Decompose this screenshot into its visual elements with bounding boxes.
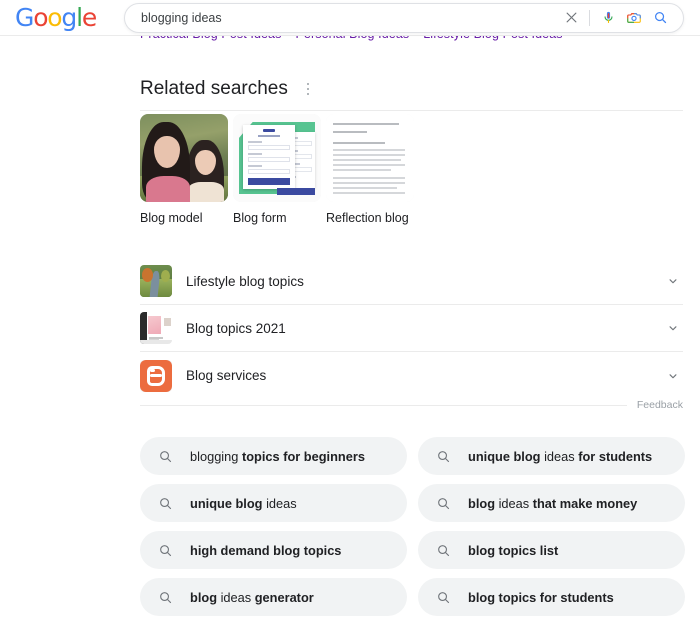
search-icon xyxy=(158,543,174,558)
divider xyxy=(140,404,627,406)
feedback-link[interactable]: Feedback xyxy=(637,399,683,411)
feedback-row: Feedback xyxy=(140,399,683,411)
search-box[interactable]: blogging ideas xyxy=(124,2,685,33)
related-image-tiles: Blog model Blog form Reflection blog xyxy=(140,114,683,226)
chip-label: blog ideas generator xyxy=(190,589,314,605)
chevron-down-icon[interactable] xyxy=(663,366,683,386)
related-searches-header: Related searches xyxy=(140,78,683,100)
overflow-menu-icon[interactable] xyxy=(300,79,316,99)
page-title: Related searches xyxy=(140,78,288,99)
landscape-photo-thumbnail xyxy=(140,265,172,297)
blogger-logo-icon xyxy=(140,359,172,392)
related-search-chip[interactable]: unique blog ideas for students xyxy=(418,437,685,475)
logo-letter: G xyxy=(15,3,34,32)
search-icon xyxy=(436,543,452,558)
logo-letter: g xyxy=(61,3,77,32)
close-icon[interactable] xyxy=(558,5,584,31)
search-icon[interactable] xyxy=(647,5,673,31)
chip-label: blog ideas that make money xyxy=(468,495,638,511)
chip-label: blog topics for students xyxy=(468,589,614,605)
logo-letter: e xyxy=(81,3,97,32)
expandable-row-label: Blog services xyxy=(186,368,267,383)
expandable-row-label: Blog topics 2021 xyxy=(186,320,286,336)
chip-label: blogging topics for beginners xyxy=(190,448,365,464)
image-tile-blog-form[interactable]: Blog form xyxy=(233,114,321,226)
related-search-chip[interactable]: blog topics list xyxy=(418,531,685,569)
search-icon xyxy=(158,496,174,511)
related-search-chip[interactable]: blog topics for students xyxy=(418,578,685,616)
chip-label: high demand blog topics xyxy=(190,542,342,558)
selfie-photo-thumbnail xyxy=(140,114,228,202)
expandable-row-list: Lifestyle blog topics Blog topics 2021 B… xyxy=(140,258,683,399)
chevron-down-icon[interactable] xyxy=(663,271,683,291)
related-search-chip[interactable]: blogging topics for beginners xyxy=(140,437,407,475)
related-search-chip[interactable]: blog ideas generator xyxy=(140,578,407,616)
website-screenshot-thumbnail xyxy=(140,312,172,344)
microphone-icon[interactable] xyxy=(595,5,621,31)
search-icon xyxy=(436,496,452,511)
expandable-row-label: Lifestyle blog topics xyxy=(186,273,304,289)
image-tile-blog-model[interactable]: Blog model xyxy=(140,114,228,226)
chip-label: unique blog ideas for students xyxy=(468,448,653,464)
image-tile-label: Blog model xyxy=(140,211,203,225)
camera-lens-icon[interactable] xyxy=(621,5,647,31)
expandable-row-blog-services[interactable]: Blog services xyxy=(140,352,683,399)
search-icon xyxy=(436,449,452,464)
search-input[interactable]: blogging ideas xyxy=(141,11,558,25)
google-logo[interactable]: Google xyxy=(15,3,97,32)
divider xyxy=(140,110,683,111)
related-search-chips: blogging topics for beginners unique blog… xyxy=(140,437,685,616)
related-search-chip[interactable]: high demand blog topics xyxy=(140,531,407,569)
related-search-chip[interactable]: unique blog ideas xyxy=(140,484,407,522)
image-tile-reflection-blog[interactable]: Reflection blog xyxy=(326,114,414,226)
image-tile-label: Blog form xyxy=(233,211,287,225)
search-icon xyxy=(158,590,174,605)
search-icon xyxy=(436,590,452,605)
search-header: Google blogging ideas xyxy=(0,0,700,36)
image-tile-label: Reflection blog xyxy=(326,211,409,225)
chip-label: unique blog ideas xyxy=(190,495,297,511)
search-icon xyxy=(158,449,174,464)
form-mockup-thumbnail xyxy=(233,114,321,202)
chip-label: blog topics list xyxy=(468,542,559,558)
chevron-down-icon[interactable] xyxy=(663,318,683,338)
expandable-row-lifestyle-blog-topics[interactable]: Lifestyle blog topics xyxy=(140,258,683,305)
document-page-thumbnail xyxy=(326,114,414,202)
logo-letter: o xyxy=(33,3,48,32)
related-search-chip[interactable]: blog ideas that make money xyxy=(418,484,685,522)
expandable-row-blog-topics-2021[interactable]: Blog topics 2021 xyxy=(140,305,683,352)
divider xyxy=(589,9,591,26)
logo-letter: o xyxy=(47,3,62,32)
